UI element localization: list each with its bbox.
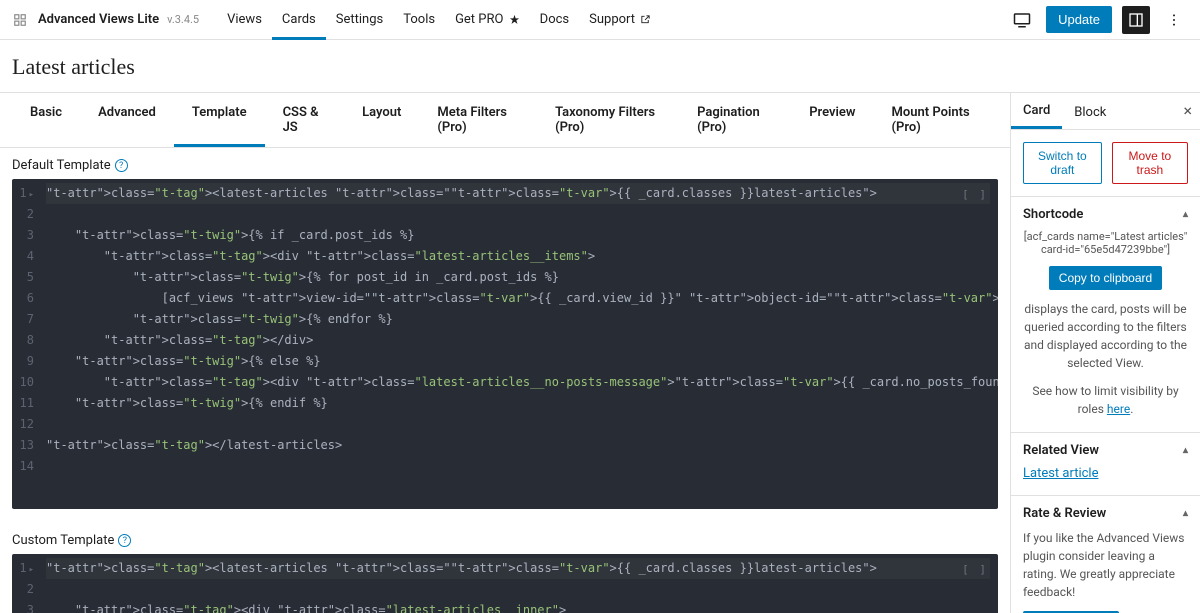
copy-clipboard-button[interactable]: Copy to clipboard — [1049, 266, 1162, 290]
help-icon[interactable]: ? — [118, 534, 131, 547]
chevron-up-icon[interactable]: ▴ — [1183, 445, 1188, 456]
rate-review-text: If you like the Advanced Views plugin co… — [1023, 529, 1188, 601]
close-icon[interactable]: × — [1183, 101, 1192, 120]
topmenu-cards[interactable]: Cards — [272, 0, 326, 40]
update-button[interactable]: Update — [1046, 6, 1112, 33]
custom-template-label: Custom Template — [12, 533, 114, 548]
tab-css-js[interactable]: CSS & JS — [265, 93, 345, 147]
help-icon[interactable]: ? — [115, 159, 128, 172]
rate-review-title: Rate & Review — [1023, 506, 1106, 521]
roles-text: See how to limit visibility by roles — [1032, 384, 1178, 416]
shortcode-desc: displays the card, posts will be queried… — [1023, 300, 1188, 372]
chevron-up-icon[interactable]: ▴ — [1183, 508, 1188, 519]
default-template-editor[interactable]: [ ] 1234567891011121314 "t-attr">class="… — [12, 179, 998, 509]
more-menu-icon[interactable] — [1160, 6, 1188, 34]
app-version: v.3.4.5 — [167, 13, 199, 26]
device-preview-icon[interactable] — [1008, 6, 1036, 34]
topmenu-support[interactable]: Support — [579, 0, 661, 40]
shortcode-value: [acf_cards name="Latest articles" card-i… — [1023, 230, 1188, 256]
tab-preview[interactable]: Preview — [791, 93, 873, 147]
tab-pagination-pro-[interactable]: Pagination (Pro) — [679, 93, 791, 147]
topmenu-views[interactable]: Views — [217, 0, 272, 40]
custom-template-editor[interactable]: [ ] 123456 "t-attr">class="t-tag"><lates… — [12, 554, 998, 613]
editor-fold-icon[interactable]: [ ] — [962, 560, 988, 579]
move-trash-button[interactable]: Move to trash — [1112, 142, 1188, 184]
related-view-title: Related View — [1023, 443, 1099, 458]
page-title: Latest articles — [12, 54, 1188, 80]
tab-meta-filters-pro-[interactable]: Meta Filters (Pro) — [419, 93, 537, 147]
tab-layout[interactable]: Layout — [344, 93, 419, 147]
sidebar-toggle-icon[interactable] — [1122, 6, 1150, 34]
app-icon — [12, 12, 28, 28]
topmenu-get-pro[interactable]: Get PRO — [445, 0, 530, 40]
topmenu-settings[interactable]: Settings — [326, 0, 393, 40]
tab-card[interactable]: Card — [1011, 93, 1062, 129]
shortcode-title: Shortcode — [1023, 207, 1083, 222]
chevron-up-icon[interactable]: ▴ — [1183, 209, 1188, 220]
tab-taxonomy-filters-pro-[interactable]: Taxonomy Filters (Pro) — [537, 93, 679, 147]
tab-mount-points-pro-[interactable]: Mount Points (Pro) — [874, 93, 999, 147]
tab-template[interactable]: Template — [174, 93, 265, 147]
roles-link[interactable]: here — [1107, 402, 1130, 416]
editor-fold-icon[interactable]: [ ] — [962, 185, 988, 204]
tab-block[interactable]: Block — [1062, 95, 1118, 128]
switch-draft-button[interactable]: Switch to draft — [1023, 142, 1102, 184]
related-view-link[interactable]: Latest article — [1023, 466, 1098, 481]
tab-basic[interactable]: Basic — [12, 93, 80, 147]
default-template-label: Default Template — [12, 158, 111, 173]
topmenu-docs[interactable]: Docs — [530, 0, 579, 40]
app-title: Advanced Views Lite — [38, 12, 159, 27]
tab-advanced[interactable]: Advanced — [80, 93, 174, 147]
topmenu-tools[interactable]: Tools — [393, 0, 445, 40]
